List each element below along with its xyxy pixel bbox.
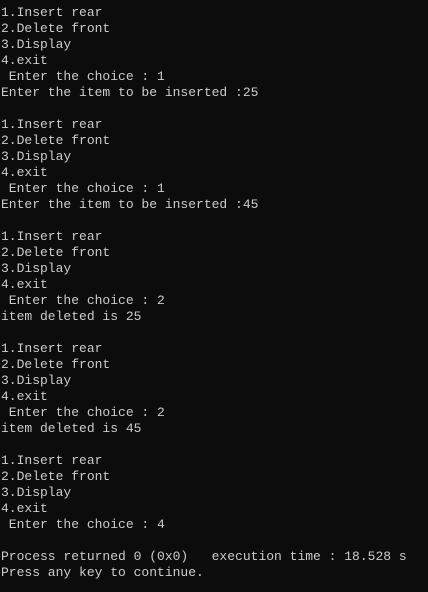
console-line: Enter the item to be inserted :25 xyxy=(1,85,259,100)
console-line: 4.exit xyxy=(1,53,48,68)
console-line: 1.Insert rear xyxy=(1,453,103,468)
console-line: item deleted is 45 xyxy=(1,421,142,436)
console-line: 3.Display xyxy=(1,261,72,276)
console-window[interactable]: 1.Insert rear 2.Delete front 3.Display 4.ex… xyxy=(0,0,428,592)
console-line: 1.Insert rear xyxy=(1,229,103,244)
console-line: 1.Insert rear xyxy=(1,117,103,132)
console-line: 1.Insert rear xyxy=(1,5,103,20)
console-line: Enter the choice : 4 xyxy=(1,517,165,532)
console-line: Process returned 0 (0x0) execution time … xyxy=(1,549,407,564)
console-line: 4.exit xyxy=(1,501,48,516)
console-line: 2.Delete front xyxy=(1,245,111,260)
console-line: 4.exit xyxy=(1,389,48,404)
console-line: Enter the choice : 1 xyxy=(1,181,165,196)
console-line: Enter the choice : 2 xyxy=(1,293,165,308)
console-line: 2.Delete front xyxy=(1,469,111,484)
console-line: Enter the choice : 1 xyxy=(1,69,165,84)
console-line: Enter the item to be inserted :45 xyxy=(1,197,259,212)
console-line: 2.Delete front xyxy=(1,133,111,148)
console-line: 3.Display xyxy=(1,37,72,52)
console-line: 4.exit xyxy=(1,277,48,292)
console-line: 3.Display xyxy=(1,485,72,500)
console-line: 2.Delete front xyxy=(1,357,111,372)
console-line: Enter the choice : 2 xyxy=(1,405,165,420)
console-line: 2.Delete front xyxy=(1,21,111,36)
console-line: Press any key to continue. xyxy=(1,565,204,580)
console-line: 1.Insert rear xyxy=(1,341,103,356)
console-line: 3.Display xyxy=(1,373,72,388)
console-line: item deleted is 25 xyxy=(1,309,142,324)
console-line: 3.Display xyxy=(1,149,72,164)
console-line: 4.exit xyxy=(1,165,48,180)
